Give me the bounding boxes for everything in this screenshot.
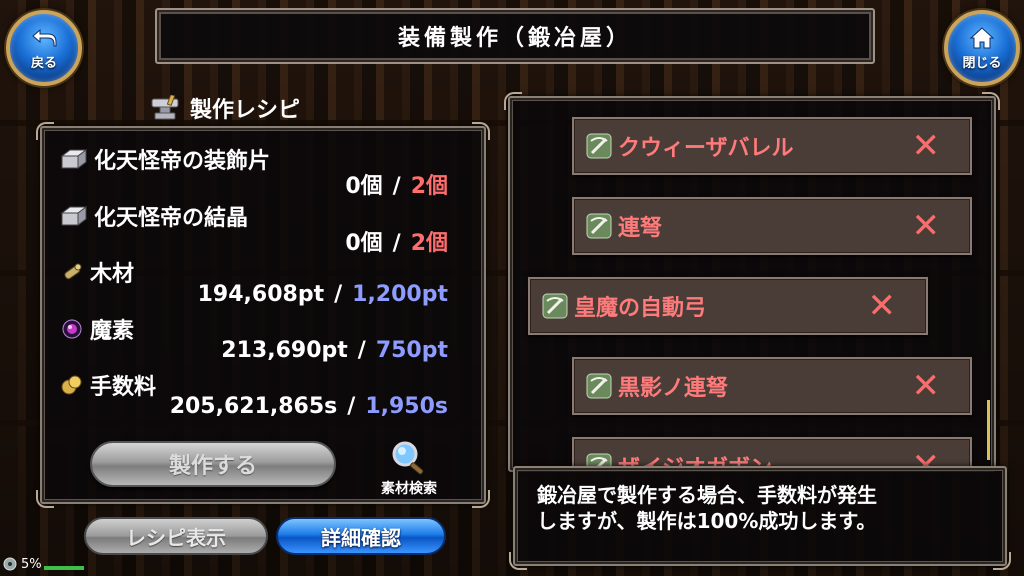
material-need: 1,950s (365, 394, 448, 419)
close-button[interactable]: 閉じる (944, 10, 1020, 86)
home-icon (969, 26, 995, 48)
info-box: 鍛冶屋で製作する場合、手数料が発生 しますが、製作は100%成功します。 (509, 466, 1011, 570)
magic-orb-icon (62, 319, 82, 339)
recipe-list[interactable]: クウィーザバレル ✕ 連弩 ✕ 皇魔の自動弓 ✕ 黒影ノ連弩 ✕ ザイジオガボン… (512, 100, 990, 470)
recipe-item[interactable]: 連弩 ✕ (572, 197, 972, 255)
detail-confirm-label: 詳細確認 (321, 525, 401, 550)
material-have: 0個 (345, 231, 383, 256)
material-quantity: 205,621,865s / 1,950s (120, 394, 448, 419)
page-title: 装備製作（鍛冶屋） (155, 8, 875, 64)
back-button[interactable]: 戻る (6, 10, 82, 86)
gear-icon (3, 557, 17, 571)
slash: / (392, 174, 401, 199)
material-have: 0個 (345, 174, 383, 199)
recipe-item-name: クウィーザバレル (618, 136, 794, 161)
recipe-item-name: 黒影ノ連弩 (618, 376, 729, 401)
material-need: 2個 (410, 231, 448, 256)
craft-button-label: 製作する (168, 454, 257, 479)
detail-confirm-button[interactable]: 詳細確認 (276, 517, 446, 555)
material-search-button[interactable]: 素材検索 (370, 440, 448, 498)
material-have: 205,621,865s (169, 394, 338, 419)
crossbow-icon (586, 373, 612, 399)
unavailable-mark: ✕ (911, 126, 941, 166)
material-name-row: 木材 (60, 256, 134, 288)
recipe-header-text: 製作レシピ (190, 98, 301, 123)
status-indicator: 5% (2, 556, 42, 572)
page-title-text: 装備製作（鍛冶屋） (397, 26, 632, 51)
recipe-header: 製作レシピ (150, 92, 300, 124)
slash: / (357, 338, 366, 363)
unavailable-mark: ✕ (911, 366, 941, 406)
recipe-view-label: レシピ表示 (126, 525, 226, 550)
material-need: 2個 (410, 174, 448, 199)
status-percent: 5% (21, 556, 42, 572)
material-have: 194,608pt (197, 282, 325, 307)
material-quantity: 0個 / 2個 (200, 168, 448, 200)
material-need: 1,200pt (352, 282, 448, 307)
unavailable-mark: ✕ (911, 206, 941, 246)
crossbow-icon (542, 293, 568, 319)
crossbow-icon (586, 133, 612, 159)
material-search-label: 素材検索 (381, 481, 437, 497)
info-text: 鍛冶屋で製作する場合、手数料が発生 しますが、製作は100%成功します。 (537, 483, 877, 533)
coin-icon (61, 375, 82, 395)
material-need: 750pt (375, 338, 448, 363)
material-quantity: 194,608pt / 1,200pt (150, 282, 448, 307)
material-name-row: 魔素 (60, 313, 134, 345)
recipe-view-button[interactable]: レシピ表示 (84, 517, 268, 555)
recipe-item-name: 皇魔の自動弓 (574, 296, 707, 321)
anvil-icon (151, 95, 179, 120)
status-progress-bar (44, 566, 84, 570)
recipe-item[interactable]: 黒影ノ連弩 ✕ (572, 357, 972, 415)
slash: / (347, 394, 356, 419)
ingot-icon (60, 149, 88, 169)
ingot-icon (60, 206, 88, 226)
slash: / (334, 282, 343, 307)
magnifier-icon (392, 441, 424, 475)
material-quantity: 0個 / 2個 (200, 225, 448, 257)
crossbow-icon (586, 213, 612, 239)
recipe-item-name: 連弩 (618, 216, 663, 241)
wood-icon (64, 263, 82, 280)
slash: / (392, 231, 401, 256)
recipe-item[interactable]: クウィーザバレル ✕ (572, 117, 972, 175)
material-name: 木材 (90, 262, 135, 287)
material-name: 魔素 (90, 319, 135, 344)
craft-button[interactable]: 製作する (90, 441, 336, 487)
material-quantity: 213,690pt / 750pt (150, 338, 448, 363)
material-have: 213,690pt (221, 338, 348, 363)
back-arrow-icon (32, 28, 57, 46)
recipe-item-selected[interactable]: 皇魔の自動弓 ✕ (528, 277, 928, 335)
recipe-list-scrollbar[interactable] (987, 400, 990, 460)
unavailable-mark: ✕ (867, 286, 897, 326)
back-label: 戻る (30, 55, 57, 71)
close-label: 閉じる (962, 55, 1002, 71)
